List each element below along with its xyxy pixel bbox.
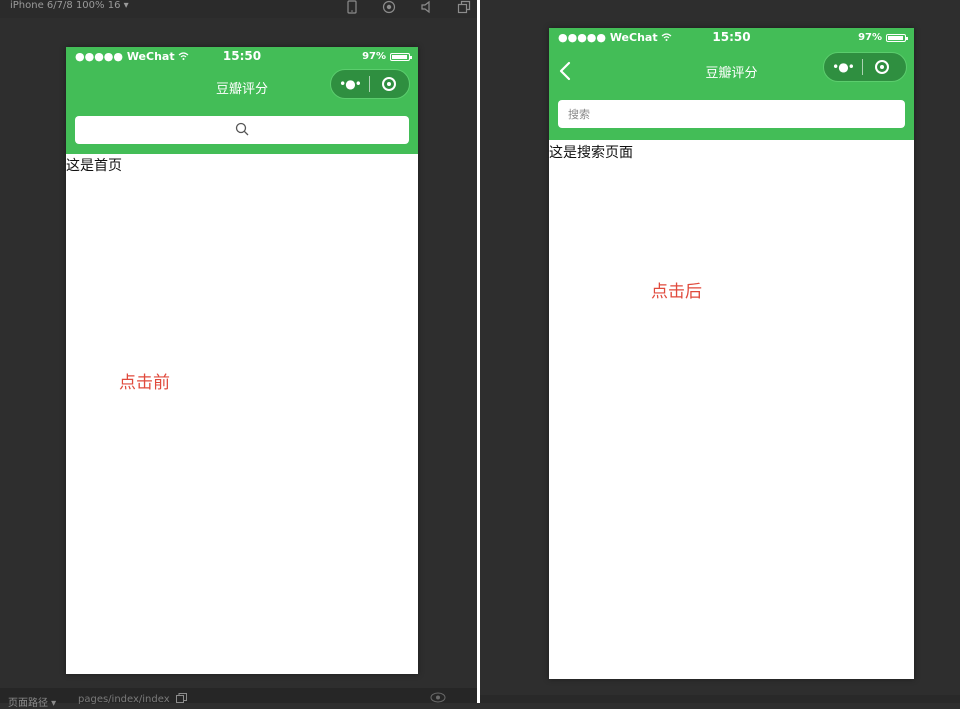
battery-percent: 97% <box>858 32 882 43</box>
phone-icon[interactable] <box>345 0 359 14</box>
simulator-before: ●●●●● WeChat 15:50 97% 豆瓣评分 •●• 这是首页 点击前 <box>66 47 418 674</box>
device-selector[interactable]: iPhone 6/7/8 100% 16 ▾ <box>10 0 129 12</box>
page-path-value: pages/index/index <box>78 694 170 705</box>
search-icon <box>235 122 249 136</box>
capsule-menu: •●• <box>330 69 410 99</box>
right-bottom-strip <box>480 695 960 703</box>
annotation-before: 点击前 <box>119 373 170 393</box>
capsule-menu: •●• <box>823 52 907 82</box>
page-text: 这是搜索页面 <box>549 145 633 161</box>
search-bar[interactable] <box>75 116 409 144</box>
eye-icon[interactable] <box>430 692 446 703</box>
more-icon[interactable]: •●• <box>824 60 862 74</box>
close-miniprogram-button[interactable] <box>863 60 901 74</box>
target-icon <box>382 77 396 91</box>
simulator-toolbar: iPhone 6/7/8 100% 16 ▾ <box>0 0 477 18</box>
battery-icon <box>886 33 908 42</box>
status-bar: ●●●●● WeChat 15:50 97% <box>549 28 914 48</box>
page-text: 这是首页 <box>66 158 122 174</box>
nav-header: ●●●●● WeChat 15:50 97% 豆瓣评分 •●• <box>66 47 418 154</box>
panel-divider <box>477 0 480 703</box>
page-path-label[interactable]: 页面路径 ▾ <box>8 694 56 709</box>
search-bar[interactable] <box>558 100 905 128</box>
target-icon <box>875 60 889 74</box>
window-icon[interactable] <box>457 0 471 14</box>
more-icon[interactable]: •●• <box>331 77 369 91</box>
battery-icon <box>390 52 412 61</box>
search-input[interactable] <box>558 100 905 128</box>
volume-icon[interactable] <box>420 0 434 14</box>
nav-header: ●●●●● WeChat 15:50 97% 豆瓣评分 •●• <box>549 28 914 140</box>
page-path-bar: 页面路径 ▾ pages/index/index <box>0 688 477 709</box>
status-bar: ●●●●● WeChat 15:50 97% <box>66 47 418 67</box>
copy-icon[interactable] <box>176 693 187 703</box>
record-icon[interactable] <box>382 0 396 14</box>
battery-indicator: 97% <box>858 32 908 43</box>
battery-percent: 97% <box>362 51 386 62</box>
simulator-after: ●●●●● WeChat 15:50 97% 豆瓣评分 •●• 搜索 这是搜索页… <box>549 28 914 679</box>
battery-indicator: 97% <box>362 51 412 62</box>
annotation-after: 点击后 <box>651 282 702 302</box>
close-miniprogram-button[interactable] <box>370 77 408 91</box>
